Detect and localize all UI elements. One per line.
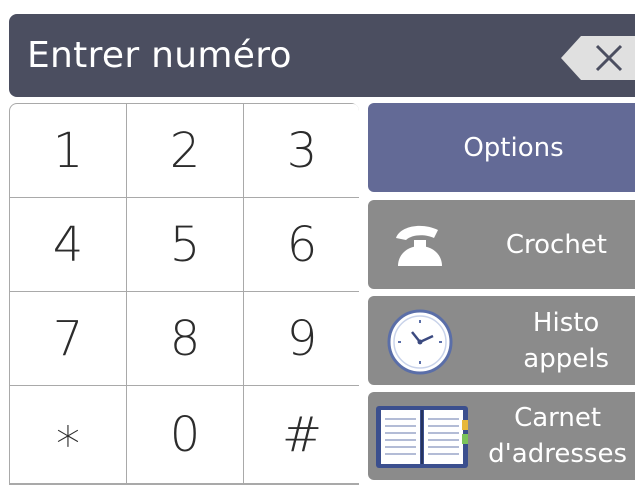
key-3[interactable]: 3 bbox=[244, 104, 359, 197]
key-6[interactable]: 6 bbox=[244, 198, 359, 291]
address-book-label-line1: Carnet bbox=[514, 403, 602, 433]
key-5[interactable]: 5 bbox=[127, 198, 243, 291]
key-1[interactable]: 1 bbox=[10, 104, 126, 197]
options-label: Options bbox=[463, 132, 564, 163]
crochet-label: Crochet bbox=[505, 229, 607, 260]
key-7[interactable]: 7 bbox=[10, 292, 126, 385]
address-book-label: Carnet d'adresses bbox=[488, 392, 627, 480]
call-history-label: Histo appels bbox=[523, 296, 609, 385]
key-2[interactable]: 2 bbox=[127, 104, 243, 197]
phone-hook-icon bbox=[396, 225, 442, 266]
backspace-icon[interactable] bbox=[561, 36, 635, 80]
number-input-placeholder: Entrer numéro bbox=[27, 35, 292, 76]
crochet-button[interactable]: Crochet bbox=[368, 200, 635, 289]
address-book-button[interactable]: Carnet d'adresses bbox=[368, 392, 635, 480]
key-0[interactable]: 0 bbox=[127, 386, 243, 483]
number-input-bar[interactable]: Entrer numéro bbox=[9, 14, 635, 97]
options-button[interactable]: Options bbox=[368, 103, 635, 192]
dial-keypad: 1 2 3 4 5 6 7 8 9 ∗ 0 # bbox=[9, 103, 359, 485]
call-history-label-line1: Histo bbox=[532, 307, 600, 338]
call-history-button[interactable]: Histo appels bbox=[368, 296, 635, 385]
clock-icon bbox=[387, 309, 453, 375]
key-4[interactable]: 4 bbox=[10, 198, 126, 291]
address-book-icon bbox=[376, 406, 468, 468]
key-hash[interactable]: # bbox=[244, 386, 359, 483]
key-8[interactable]: 8 bbox=[127, 292, 243, 385]
key-9[interactable]: 9 bbox=[244, 292, 359, 385]
call-history-label-line2: appels bbox=[523, 343, 609, 374]
address-book-label-line2: d'adresses bbox=[488, 439, 627, 469]
key-star[interactable]: ∗ bbox=[10, 386, 126, 483]
